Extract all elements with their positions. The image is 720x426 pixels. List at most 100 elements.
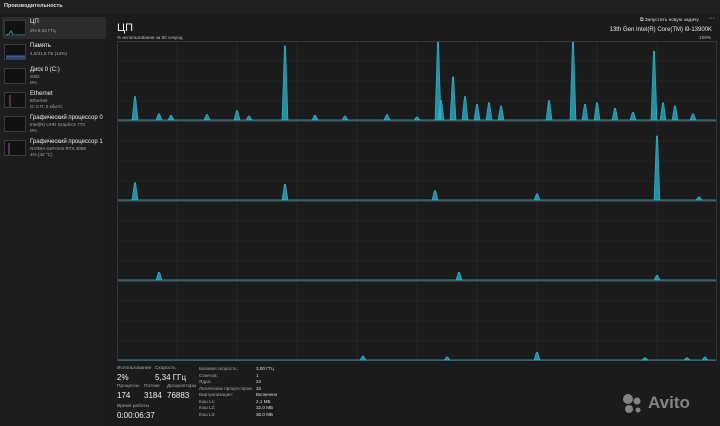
more-options-button[interactable]: ··· [708,15,715,22]
cpu-thumbnail [4,20,26,36]
sidebar-item-label: Графический процессор 0 [30,115,103,121]
usage-label: Использование [117,366,152,371]
usage-spike [659,102,667,121]
detail-value: 3,00 ГГц [256,366,274,371]
usage-spike [203,114,211,121]
sidebar-item-gpu1[interactable]: Графический процессор 1 NVIDIA GeForce R… [2,137,106,159]
usage-spike [695,196,703,201]
usage-spike [131,182,139,201]
sidebar-item-detail: 1% (42 °C) [30,152,53,157]
graph-caption: % использования за 60 секунд [117,35,183,40]
sidebar-item-memory[interactable]: Память 4,5/31,8 ГБ (14%) [2,41,106,63]
threads-label: Потоки [144,384,160,389]
run-new-task-button[interactable]: ⧉ Запустить новую задачу [640,17,699,23]
usage-spike [461,96,469,121]
title-bar: Производительность [0,0,720,14]
detail-label: Кэш L2: [199,405,216,410]
usage-value: 2% [117,373,129,382]
sidebar-item-label: Диск 0 (C:) [30,67,60,73]
usage-spike [485,102,493,121]
detail-label: Кэш L1: [199,398,216,404]
avito-watermark: Avito [620,392,720,416]
processes-value: 174 [117,391,131,400]
run-task-label: Запустить новую задачу [644,18,699,23]
usage-spike [611,108,619,121]
sidebar-item-detail: 0% [30,128,37,133]
sidebar-item-label: Ethernet [30,91,53,97]
gpu0-thumbnail [4,116,26,132]
sidebar-item-detail: Ethernet [30,98,48,103]
sidebar-item-detail: NVIDIA GeForce RTX 4090 [30,146,87,151]
detail-label: Кэш L3: [199,411,216,417]
detail-value: 2,1 МБ [256,398,271,404]
usage-spike [359,355,367,361]
usage-spike [413,116,421,121]
sidebar-item-detail: 4,5/31,8 ГБ (14%) [30,51,67,56]
usage-spike [533,351,541,361]
usage-spike [155,113,163,121]
usage-spike [383,114,391,121]
detail-value: Включено [256,392,278,397]
handles-value: 76883 [167,391,190,400]
sidebar-item-detail: 0% [30,80,37,85]
usage-spike [167,115,175,121]
sidebar-item-ethernet[interactable]: Ethernet Ethernet О: 0 П: 0 кбит/с [2,89,106,111]
usage-spike [569,41,577,121]
detail-label: Виртуализация: [199,392,233,397]
cpu-usage-graph [117,41,717,361]
detail-value: 1 [256,372,259,378]
sidebar-item-label: Графический процессор 1 [30,139,103,145]
sidebar-item-detail: Intel(R) UHD Graphics 770 [30,122,85,127]
detail-value: 32,0 МБ [256,405,274,410]
memory-thumbnail [4,44,26,60]
usage-spike [131,96,139,121]
graph-max-label: 100% [699,35,711,40]
handles-label: Дескрипторы [167,384,197,389]
detail-label: Базовая скорость: [199,366,238,371]
uptime-value: 0:00:06:37 [117,411,155,420]
usage-spike [653,135,661,201]
usage-spike [593,102,601,121]
processes-label: Процессы [117,384,140,389]
detail-label: Логических процессоров: [199,385,253,391]
usage-spike [431,190,439,201]
usage-spike [653,275,661,281]
speed-value: 5,34 ГГц [155,373,187,382]
sidebar-item-cpu[interactable]: ЦП 2% 5,34 ГГц [2,17,106,39]
ethernet-thumbnail [4,92,26,108]
sidebar-item-gpu0[interactable]: Графический процессор 0 Intel(R) UHD Gra… [2,113,106,135]
sidebar: ЦП 2% 5,34 ГГц Память 4,5/31,8 ГБ (14%) … [0,14,108,426]
avito-wordmark: Avito [648,393,690,412]
detail-label: Сокетов: [199,372,218,378]
sidebar-item-label: Память [30,43,51,49]
detail-label: Ядра: [199,379,212,384]
uptime-label: Время работы [117,404,150,409]
usage-spike [311,115,319,121]
usage-spike [701,356,709,361]
speed-label: Скорость [155,366,176,371]
usage-spike [629,111,637,121]
detail-value: 24 [256,379,262,384]
avito-logo-icon [623,394,641,413]
sidebar-item-detail: SSD [30,74,40,79]
sidebar-item-detail: О: 0 П: 0 кбит/с [30,104,63,109]
usage-spike [449,76,457,121]
usage-spike [281,45,289,121]
usage-spike [245,115,253,121]
usage-spike [650,51,658,121]
usage-spike [497,105,505,121]
sidebar-item-disk[interactable]: Диск 0 (C:) SSD 0% [2,65,106,87]
usage-spike [443,356,451,361]
detail-value: 36,0 МБ [256,411,274,417]
main-panel: ⧉ Запустить новую задачу ··· ЦП 13th Gen… [108,14,720,426]
usage-spike [581,104,589,121]
sidebar-item-detail: 2% 5,34 ГГц [30,28,56,33]
page-title: ЦП [117,22,134,34]
usage-spike [341,115,349,121]
usage-spike [671,105,679,121]
usage-spike [155,271,163,281]
usage-spike [545,100,553,121]
gpu1-thumbnail [4,140,26,156]
disk-thumbnail [4,68,26,84]
usage-spike [473,104,481,121]
